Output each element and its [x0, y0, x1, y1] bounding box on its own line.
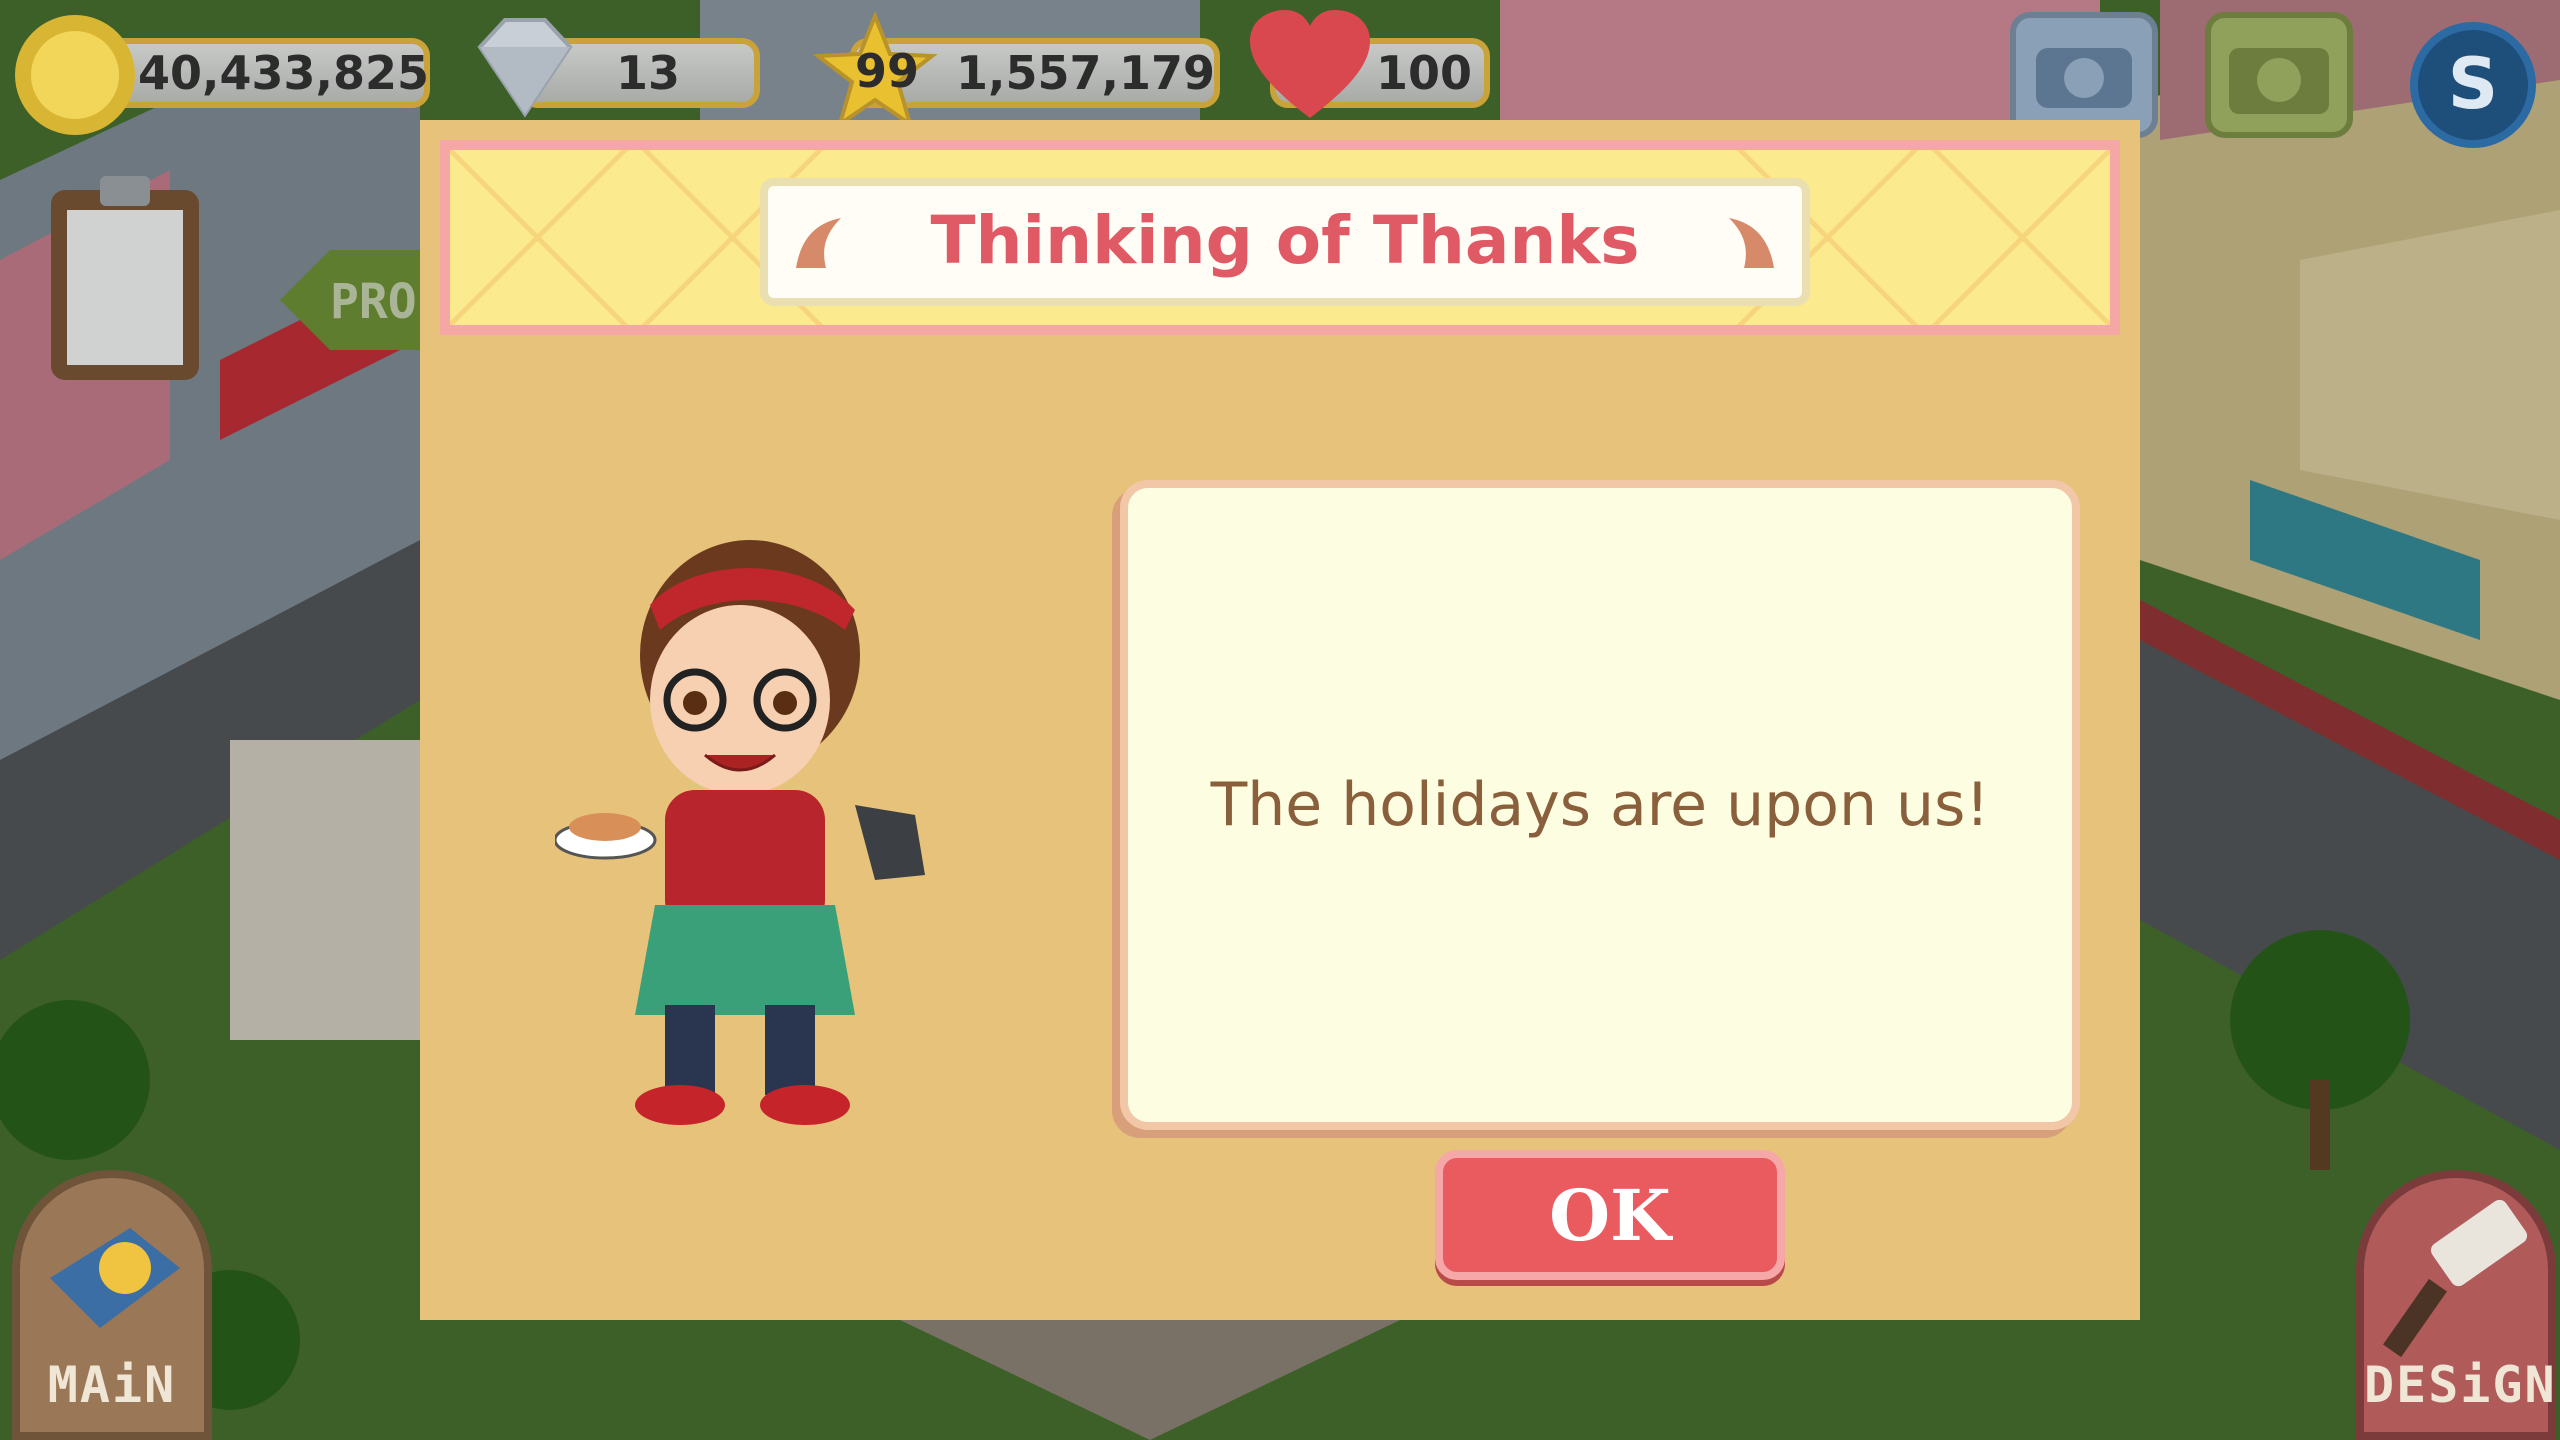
design-label: DESiGN: [2364, 1356, 2557, 1414]
main-menu-button[interactable]: MAiN: [12, 1170, 212, 1440]
phone-icon: [2036, 48, 2132, 108]
xp-value: 1,557,179: [956, 46, 1215, 100]
right-ornament-icon: [1729, 218, 1774, 268]
book-icon: [50, 1228, 180, 1328]
main-menu-label: MAiN: [47, 1356, 177, 1414]
dialog-window: Thinking of Thanks The holidays are upon…: [420, 120, 2140, 1320]
diamond-icon: [477, 18, 573, 118]
title-plate: Thinking of Thanks: [760, 178, 1810, 306]
clipboard-button[interactable]: [45, 170, 205, 385]
design-button[interactable]: DESiGN: [2356, 1170, 2556, 1440]
camera-icon: [2229, 48, 2329, 114]
coins-value: 40,433,825: [138, 46, 430, 100]
ok-button-label: OK: [1549, 1173, 1671, 1257]
chef-character-illustration: [555, 540, 925, 1125]
dialog-message: The holidays are upon us!: [1210, 770, 1990, 840]
level-value: 99: [855, 44, 920, 98]
message-box: The holidays are upon us!: [1120, 480, 2080, 1130]
camera-button[interactable]: [2205, 12, 2353, 138]
hearts-value: 100: [1376, 46, 1473, 100]
heart-icon: [1250, 10, 1370, 118]
dialog-title-banner: Thinking of Thanks: [440, 140, 2120, 335]
social-button[interactable]: S: [2410, 22, 2536, 148]
svg-text:S: S: [2448, 43, 2498, 125]
ok-button[interactable]: OK: [1435, 1150, 1785, 1280]
left-ornament-icon: [796, 218, 841, 268]
dialog-title: Thinking of Thanks: [930, 202, 1640, 279]
gems-value: 13: [616, 46, 681, 100]
clipboard-icon: [51, 176, 199, 380]
coin-icon: [15, 15, 135, 135]
paint-roller-icon: [2383, 1199, 2528, 1358]
s-icon: S: [2448, 43, 2498, 125]
